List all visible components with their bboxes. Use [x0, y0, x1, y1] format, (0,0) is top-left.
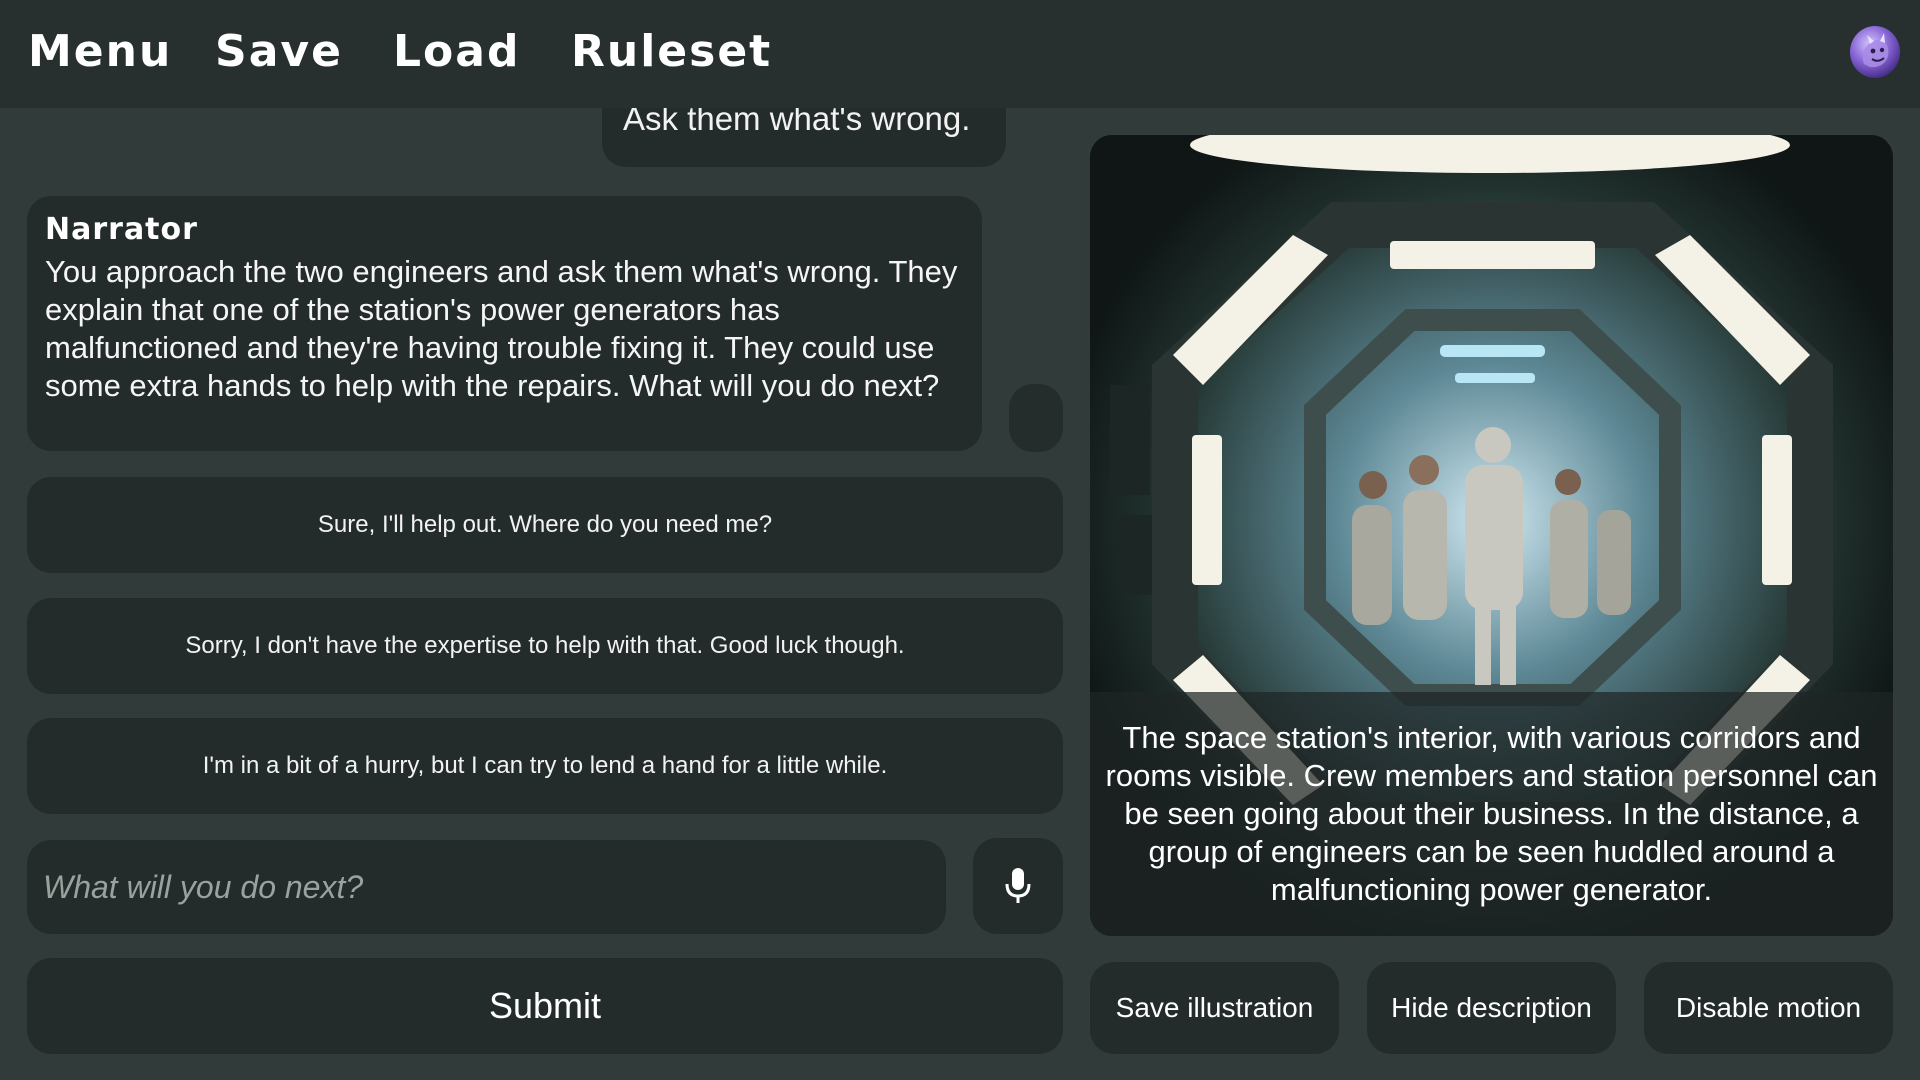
narrator-name: Narrator [45, 212, 198, 247]
choice-button-1[interactable]: Sure, I'll help out. Where do you need m… [27, 477, 1063, 573]
action-input-wrapper [27, 840, 946, 934]
ruleset-button[interactable]: Ruleset [571, 26, 772, 77]
hide-description-button[interactable]: Hide description [1367, 962, 1616, 1054]
scene-illustration: The space station's interior, with vario… [1090, 135, 1893, 936]
user-message-bubble: Ask them what's wrong. [602, 108, 1006, 167]
top-bar: Menu Save Load Ruleset [0, 0, 1920, 108]
microphone-button[interactable] [973, 838, 1063, 934]
choice-button-2[interactable]: Sorry, I don't have the expertise to hel… [27, 598, 1063, 694]
submit-button[interactable]: Submit [27, 958, 1063, 1054]
disable-motion-button[interactable]: Disable motion [1644, 962, 1893, 1054]
load-button[interactable]: Load [393, 26, 520, 77]
dragon-avatar-icon [1862, 33, 1889, 68]
chat-panel: Ask them what's wrong. Narrator You appr… [27, 108, 1063, 1080]
action-input[interactable] [27, 840, 946, 934]
user-message-text: Ask them what's wrong. [623, 108, 971, 137]
message-options-button[interactable] [1009, 384, 1063, 452]
choice-button-3[interactable]: I'm in a bit of a hurry, but I can try t… [27, 718, 1063, 814]
narrator-text: You approach the two engineers and ask t… [45, 254, 958, 403]
illustration-description: The space station's interior, with vario… [1090, 692, 1893, 936]
menu-button[interactable]: Menu [28, 26, 172, 77]
microphone-icon [1005, 868, 1031, 903]
narrator-message: Narrator You approach the two engineers … [27, 196, 982, 451]
save-illustration-button[interactable]: Save illustration [1090, 962, 1339, 1054]
save-button[interactable]: Save [215, 26, 343, 77]
user-avatar[interactable] [1850, 26, 1900, 78]
